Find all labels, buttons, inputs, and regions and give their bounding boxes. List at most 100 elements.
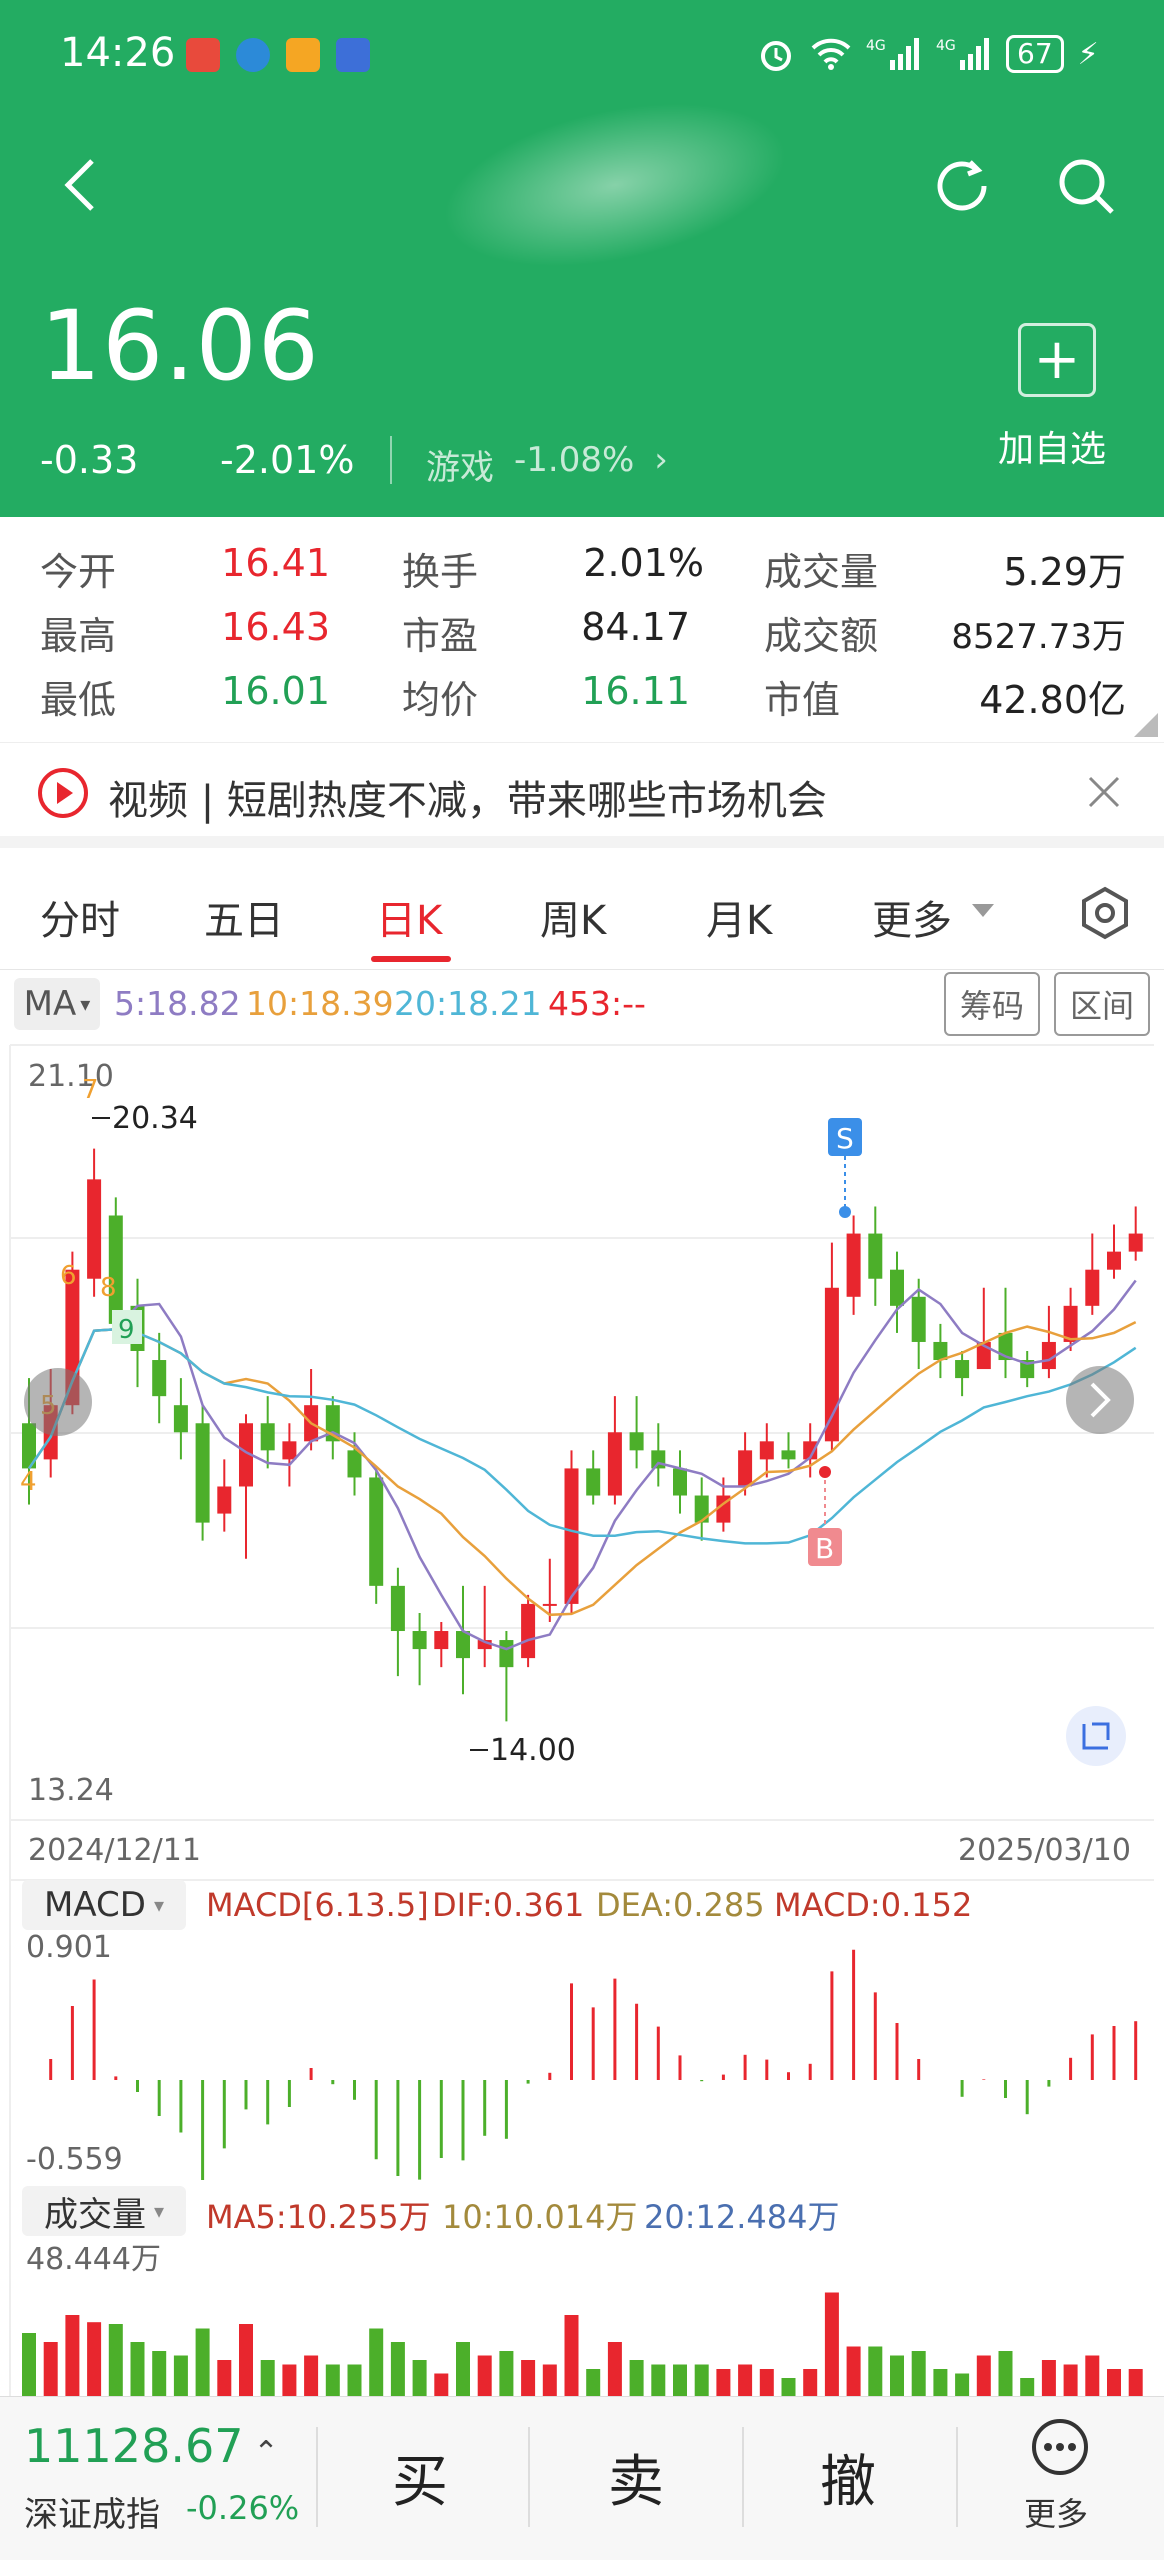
candle-body: [217, 1486, 232, 1514]
volume-bar: [1107, 2369, 1121, 2396]
high-marker-label: 20.34: [112, 1101, 198, 1136]
buy-button[interactable]: 买: [392, 2437, 448, 2518]
volume-bar: [65, 2315, 80, 2396]
volume-bar: [1020, 2378, 1035, 2396]
seq-label-6: 6: [60, 1261, 77, 1291]
y-min-label: 13.24: [28, 1773, 114, 1808]
kline-chart[interactable]: 21.10 13.24 2024/12/11 2025/03/10 20.34 …: [0, 0, 1164, 2396]
macd-selector[interactable]: MACD ▾: [22, 1880, 186, 1930]
candle-body: [1085, 1269, 1100, 1306]
candle-body: [390, 1585, 405, 1632]
volume-bar: [759, 2369, 774, 2396]
index-name: 深证成指: [24, 2495, 160, 2535]
divider: [316, 2427, 318, 2527]
sell-signal-text: S: [836, 1122, 854, 1155]
volume-bar: [607, 2342, 622, 2396]
volume-bar: [217, 2360, 232, 2396]
candle-body: [108, 1215, 123, 1324]
volume-bar: [933, 2369, 948, 2396]
candle-body: [651, 1450, 666, 1469]
candle-body: [564, 1468, 579, 1604]
candle-body: [694, 1495, 709, 1523]
macd-value: MACD:0.152: [774, 1886, 973, 1924]
candle-body: [607, 1432, 622, 1496]
fullscreen-button[interactable]: [1066, 1706, 1126, 1766]
volume-bar: [195, 2328, 210, 2396]
index-value: 11128.67: [24, 2419, 244, 2473]
volume-bar: [22, 2333, 36, 2396]
volume-bar: [1041, 2360, 1056, 2396]
date-start-label: 2024/12/11: [28, 1833, 201, 1868]
volume-bar: [629, 2360, 644, 2396]
volume-bar: [803, 2369, 818, 2396]
candle-body: [673, 1468, 687, 1496]
candle-body: [890, 1269, 904, 1306]
scroll-left-button[interactable]: [24, 1368, 92, 1436]
vol-y-max: 48.444万: [26, 2242, 161, 2277]
volume-selector-label: 成交量: [43, 2194, 146, 2235]
candle-body: [152, 1360, 167, 1397]
volume-bar: [499, 2351, 514, 2396]
volume-bar: [87, 2322, 102, 2396]
volume-selector[interactable]: 成交量 ▾: [22, 2186, 186, 2236]
candle-body: [738, 1450, 753, 1487]
macd-y-max: 0.901: [26, 1930, 112, 1965]
volume-bar: [542, 2364, 557, 2396]
candle-body: [955, 1360, 970, 1379]
seq-label-7: 7: [82, 1075, 99, 1105]
volume-series: [22, 2292, 1143, 2396]
seq-label-4: 4: [20, 1467, 37, 1497]
volume-bar: [521, 2360, 536, 2396]
volume-bar: [738, 2364, 753, 2396]
candle-body: [911, 1296, 926, 1342]
low-marker-label: 14.00: [490, 1733, 576, 1768]
more-label: 更多: [1024, 2495, 1089, 2533]
more-dots-icon: [1032, 2419, 1088, 2475]
candlestick-series: [22, 1148, 1143, 1722]
sell-button[interactable]: 卖: [608, 2437, 664, 2518]
volume-bar: [260, 2360, 275, 2396]
volume-bar: [651, 2364, 666, 2396]
macd-selector-label: MACD: [44, 1885, 146, 1925]
candle-body: [173, 1405, 188, 1433]
volume-bar: [716, 2369, 731, 2396]
volume-bar: [911, 2351, 926, 2396]
volume-bar: [173, 2355, 188, 2396]
candle-body: [369, 1477, 384, 1586]
caret-down-icon: ▾: [153, 1893, 164, 1917]
volume-bar: [304, 2355, 319, 2396]
scroll-right-button[interactable]: [1066, 1366, 1134, 1434]
volume-bar: [586, 2369, 601, 2396]
volume-bar: [325, 2364, 340, 2396]
candle-body: [456, 1631, 470, 1659]
volume-bar: [390, 2342, 405, 2396]
moving-average-lines: [27, 1279, 1137, 1651]
bottom-trade-bar: 11128.67 ⌃ 深证成指 -0.26% 买 卖 撤 更多: [0, 2396, 1164, 2560]
volume-bar: [477, 2355, 492, 2396]
candle-body: [195, 1423, 210, 1523]
volume-bar: [890, 2355, 904, 2396]
macd-params: MACD[6.13.5]: [206, 1886, 429, 1924]
y-max-label: 21.10: [28, 1059, 114, 1094]
candle-body: [759, 1441, 774, 1460]
volume-bar: [998, 2351, 1013, 2396]
candle-body: [629, 1432, 644, 1451]
volume-bar: [456, 2342, 470, 2396]
cancel-order-button[interactable]: 撤: [820, 2437, 876, 2518]
candle-body: [499, 1640, 514, 1668]
volume-bar: [108, 2324, 123, 2396]
candle-body: [1107, 1251, 1121, 1270]
volume-bar: [152, 2351, 167, 2396]
candle-body: [412, 1631, 427, 1650]
vol-ma5: MA5:10.255万: [206, 2198, 431, 2236]
volume-bar: [369, 2328, 384, 2396]
more-button[interactable]: 更多: [1010, 2417, 1110, 2547]
chevron-up-icon: ⌃: [253, 2435, 279, 2470]
date-end-label: 2025/03/10: [958, 1833, 1131, 1868]
volume-bar: [412, 2360, 427, 2396]
candle-body: [260, 1423, 275, 1451]
volume-bar: [1085, 2355, 1100, 2396]
candle-body: [868, 1233, 883, 1279]
volume-bar: [130, 2342, 145, 2396]
index-widget[interactable]: 11128.67 ⌃: [24, 2419, 279, 2473]
